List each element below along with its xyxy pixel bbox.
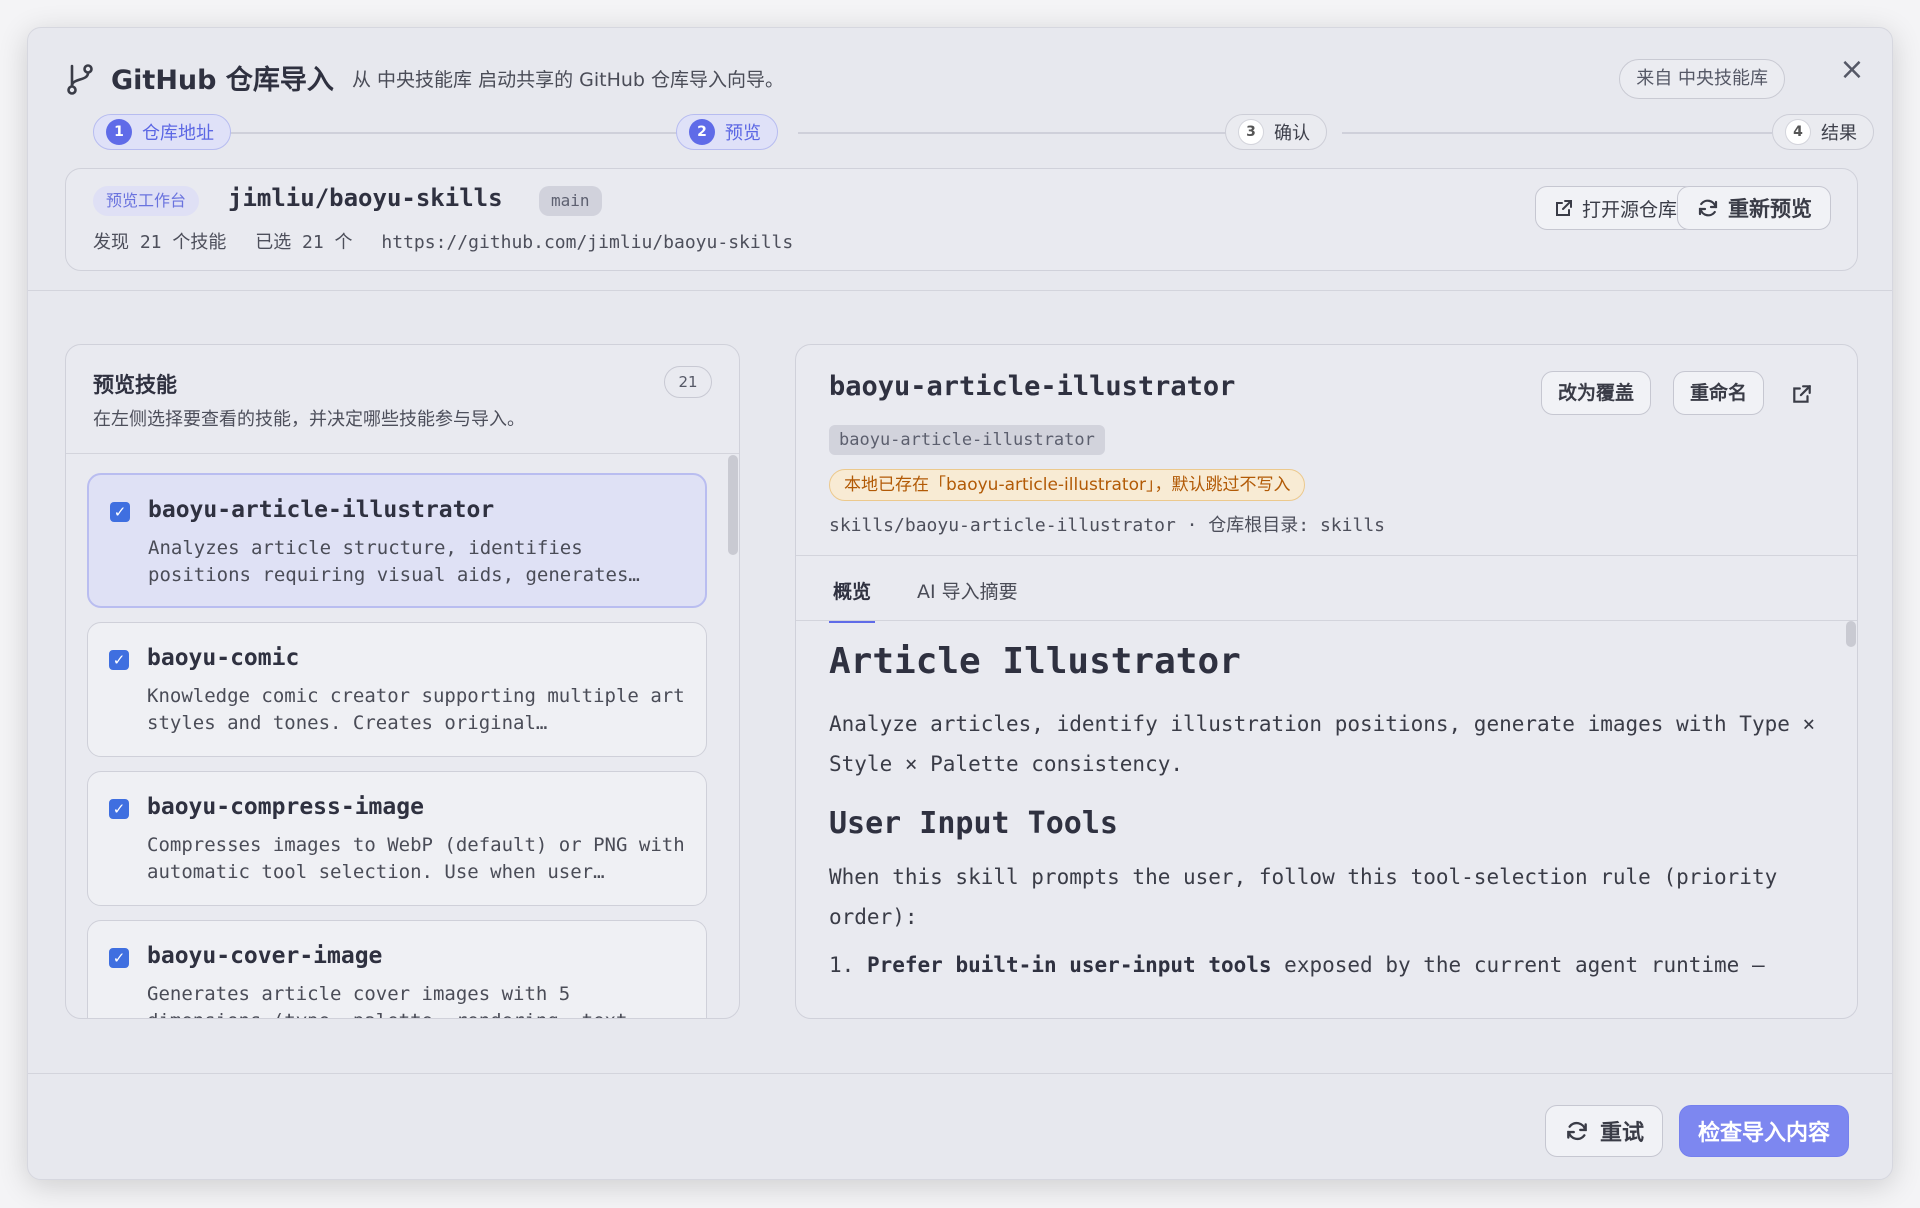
skill-list-panel: 预览技能 在左侧选择要查看的技能，并决定哪些技能参与导入。 21 ✓ baoyu… [65,344,740,1019]
panel-description: 在左侧选择要查看的技能，并决定哪些技能参与导入。 [93,409,525,430]
retry-button[interactable]: 重试 [1545,1105,1664,1157]
list-number: 1. [829,953,855,977]
scrollbar[interactable] [1846,621,1856,647]
branch-badge: main [539,186,602,216]
review-import-button[interactable]: 检查导入内容 [1679,1105,1850,1157]
skill-markdown-preview: Article Illustrator Analyze articles, id… [829,641,1819,985]
step-number: 3 [1238,119,1264,145]
repo-name: jimliu/baoyu-skills [228,184,503,212]
skill-detail-panel: baoyu-article-illustrator 改为覆盖 重命名 baoyu… [795,344,1858,1019]
step-number: 2 [689,119,715,145]
tab-overview[interactable]: 概览 [829,571,876,623]
skill-card[interactable]: ✓ baoyu-compress-image Compresses images… [87,771,707,906]
skill-description: Analyzes article structure, identifies p… [148,537,640,586]
detail-title: baoyu-article-illustrator [829,371,1236,402]
section-divider [28,290,1892,291]
skill-slug: baoyu-article-illustrator [829,425,1105,455]
skill-description: Compresses images to WebP (default) or P… [147,834,685,883]
skill-description: Generates article cover images with 5 di… [147,983,639,1018]
detail-tabs: 概览 AI 导入摘要 [829,571,1022,623]
refresh-preview-button[interactable]: 重新预览 [1677,186,1831,230]
selected-count: 已选 21 个 [255,232,353,253]
stepper-connector [798,132,1233,134]
step-preview[interactable]: 2 预览 [676,114,778,150]
refresh-icon [1698,199,1718,217]
step-label: 确认 [1274,123,1310,144]
repo-url: https://github.com/jimliu/baoyu-skills [381,232,794,253]
source-chip: 来自 中央技能库 [1619,59,1785,99]
external-link-icon [1555,200,1572,216]
checkbox-checked-icon[interactable]: ✓ [109,799,129,819]
import-stepper: 1 仓库地址 2 预览 3 确认 4 结果 [65,114,1874,152]
skill-path: skills/baoyu-article-illustrator · 仓库根目录… [829,515,1385,536]
preview-workspace-bar: 预览工作台 jimliu/baoyu-skills main 发现 21 个技能… [65,168,1858,271]
rename-button[interactable]: 重命名 [1672,371,1764,415]
tabs-divider [796,620,1857,621]
git-branch-icon [67,64,93,95]
step-result[interactable]: 4 结果 [1772,114,1874,150]
list-bold-text: Prefer built-in user-input tools [866,953,1272,977]
checkbox-checked-icon[interactable]: ✓ [109,650,129,670]
content-paragraph: When this skill prompts the user, follow… [829,865,1778,929]
step-repo-url[interactable]: 1 仓库地址 [93,114,231,150]
refresh-icon [1567,1121,1587,1141]
step-label: 结果 [1821,123,1857,144]
step-number: 4 [1785,119,1811,145]
step-number: 1 [106,119,132,145]
workspace-tag: 预览工作台 [93,186,200,216]
close-icon[interactable]: × [1836,54,1868,86]
open-source-repo-button[interactable]: 打开源仓库 [1534,186,1696,230]
skill-count-badge: 21 [664,366,712,398]
skill-name: baoyu-article-illustrator [148,497,495,523]
stepper-connector [215,132,700,134]
checkbox-checked-icon[interactable]: ✓ [110,502,130,522]
skill-card[interactable]: ✓ baoyu-cover-image Generates article co… [87,920,707,1018]
skill-name: baoyu-compress-image [147,794,424,820]
found-count: 发现 21 个技能 [93,232,227,253]
dialog-subtitle: 从 中央技能库 启动共享的 GitHub 仓库导入向导。 [352,69,785,91]
content-subheading: User Input Tools [829,806,1118,841]
panel-divider [796,555,1857,556]
stepper-connector [1342,132,1772,134]
skill-card[interactable]: ✓ baoyu-comic Knowledge comic creator su… [87,622,707,757]
skill-name: baoyu-comic [147,645,300,671]
content-paragraph: Analyze articles, identify illustration … [829,712,1816,776]
skill-description: Knowledge comic creator supporting multi… [147,685,685,734]
retry-label: 重试 [1600,1121,1645,1146]
exists-warning-badge: 本地已存在「baoyu-article-illustrator」，默认跳过不写入 [829,469,1306,501]
workspace-meta: 发现 21 个技能 已选 21 个 https://github.com/jim… [93,228,811,254]
external-link-icon[interactable] [1791,383,1813,405]
step-confirm[interactable]: 3 确认 [1225,114,1327,150]
scrollbar[interactable] [728,455,738,555]
dialog-title: GitHub 仓库导入 [111,65,334,96]
content-heading: Article Illustrator [829,641,1241,682]
panel-title: 预览技能 [93,373,177,397]
step-label: 仓库地址 [142,123,214,144]
footer-divider [28,1073,1892,1074]
skill-name: baoyu-cover-image [147,943,383,969]
list-text: exposed by the current agent runtime — [1271,953,1765,977]
refresh-label: 重新预览 [1728,197,1812,221]
checkbox-checked-icon[interactable]: ✓ [109,948,129,968]
skill-card[interactable]: ✓ baoyu-article-illustrator Analyzes art… [87,473,707,608]
open-source-label: 打开源仓库 [1581,198,1677,221]
tab-ai-summary[interactable]: AI 导入摘要 [913,571,1022,623]
overwrite-button[interactable]: 改为覆盖 [1540,371,1651,415]
panel-divider [66,453,739,454]
step-label: 预览 [725,123,761,144]
github-import-dialog: GitHub 仓库导入 从 中央技能库 启动共享的 GitHub 仓库导入向导。… [27,27,1893,1180]
list-item: 1. Prefer built-in user-input tools expo… [829,945,1819,985]
